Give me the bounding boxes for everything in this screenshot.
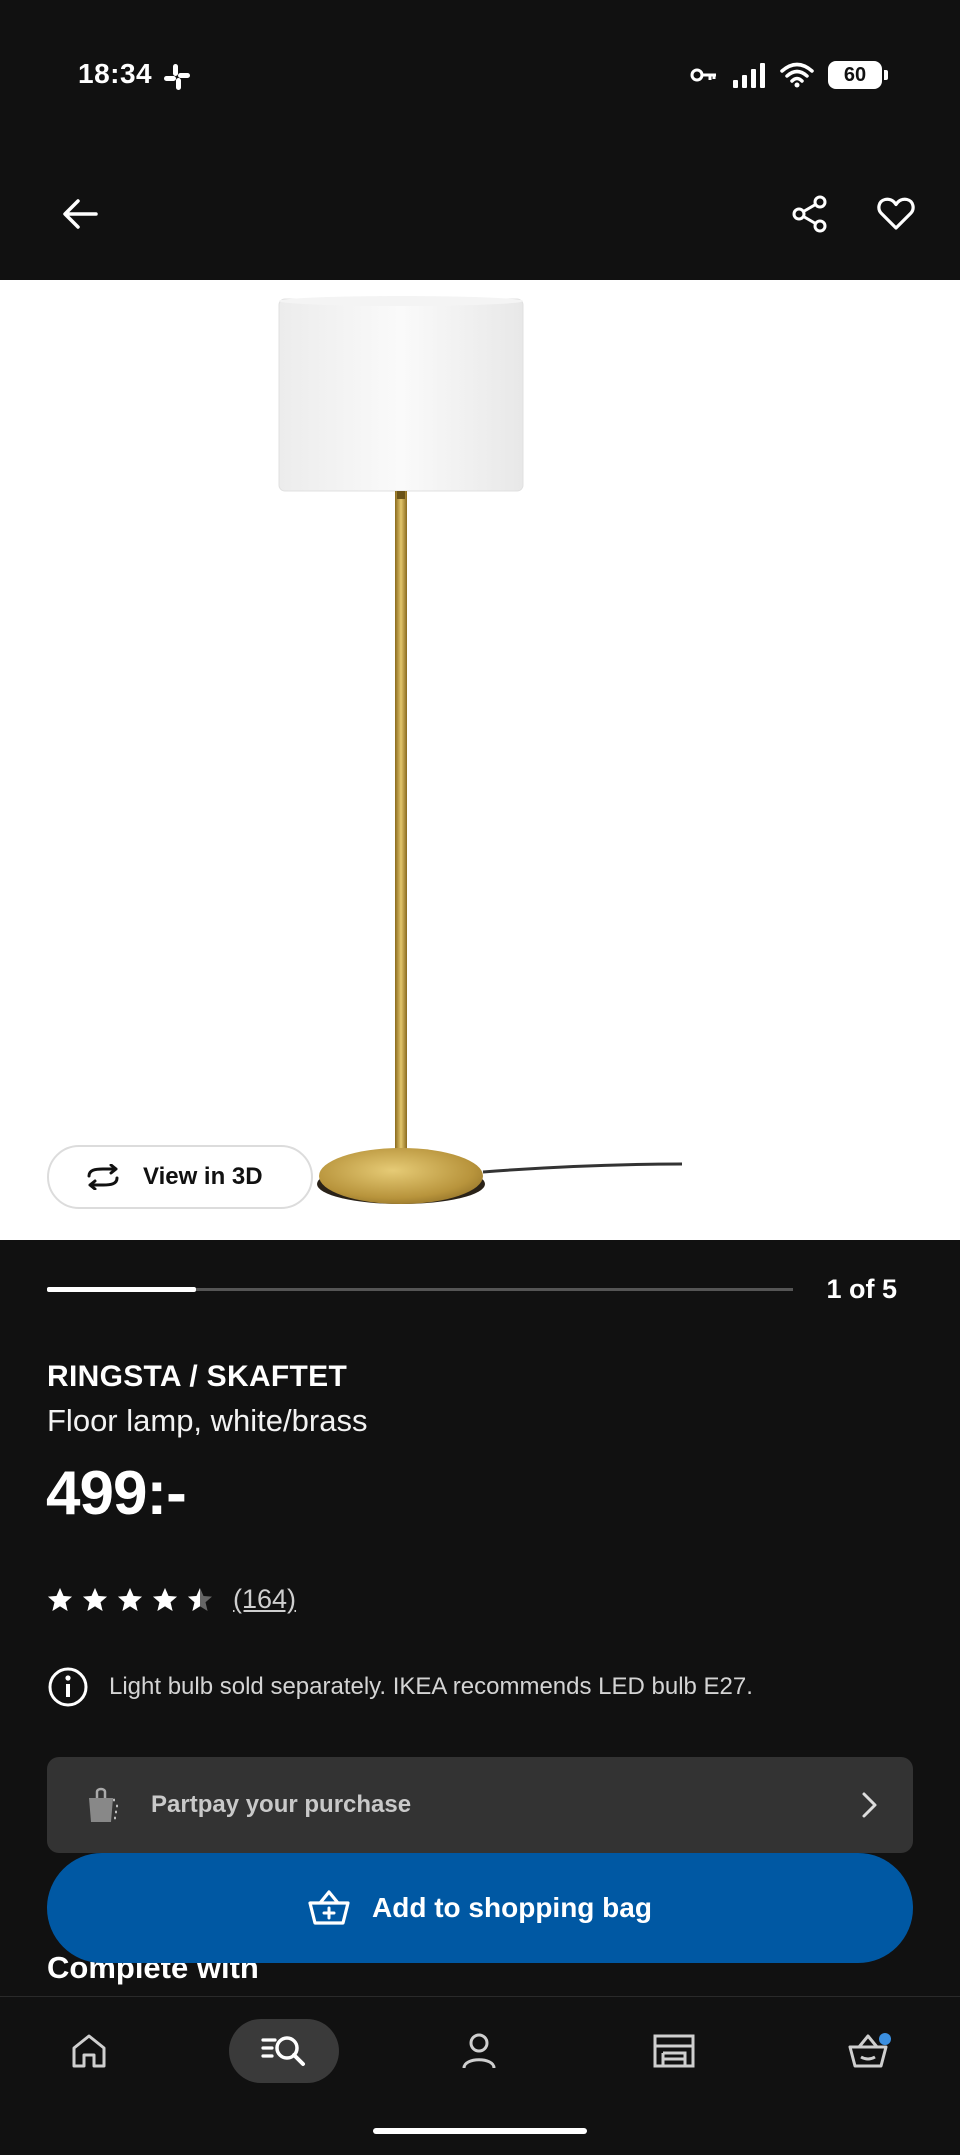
heart-icon <box>877 197 915 230</box>
product-name: RINGSTA / SKAFTET <box>47 1360 348 1393</box>
product-description: Floor lamp, white/brass <box>47 1403 368 1438</box>
status-icons: 60 <box>690 60 888 90</box>
product-price: 499:- <box>46 1459 187 1528</box>
review-count-link[interactable]: (164) <box>233 1584 296 1615</box>
rotate-3d-icon <box>87 1164 119 1190</box>
shopping-bag-dotted-icon <box>89 1787 120 1822</box>
rating-stars <box>47 1587 213 1612</box>
battery-level: 60 <box>843 63 867 86</box>
key-icon <box>690 68 716 82</box>
star-icon <box>48 1588 72 1611</box>
nav-profile[interactable] <box>424 2019 534 2083</box>
nav-basket[interactable] <box>814 2019 924 2083</box>
store-icon <box>653 2034 695 2068</box>
chevron-right-icon <box>862 1792 877 1818</box>
status-bar: 18:34 60 <box>0 0 960 150</box>
product-image <box>278 296 683 1204</box>
arrow-left-icon <box>63 199 98 229</box>
gallery-progress-fill <box>47 1287 197 1292</box>
gallery-progress <box>47 1287 793 1292</box>
star-icon <box>153 1588 177 1611</box>
share-icon <box>792 195 827 233</box>
back-button[interactable] <box>56 190 104 238</box>
gallery-counter: 1 of 5 <box>826 1274 897 1304</box>
home-icon <box>72 2034 106 2068</box>
info-icon <box>48 1667 88 1707</box>
add-to-bag-button[interactable]: Add to shopping bag <box>47 1853 913 1963</box>
search-icon <box>261 2036 305 2066</box>
star-icon <box>118 1588 142 1611</box>
battery-icon: 60 <box>828 61 888 89</box>
share-button[interactable] <box>786 190 834 238</box>
slack-icon <box>164 64 190 90</box>
star-icon <box>188 1588 212 1611</box>
profile-icon <box>462 2033 496 2069</box>
top-app-bar <box>0 150 960 280</box>
add-to-bag-label: Add to shopping bag <box>372 1892 652 1923</box>
home-indicator <box>373 2128 587 2134</box>
nav-search[interactable] <box>229 2019 339 2083</box>
bulb-notice: Light bulb sold separately. IKEA recomme… <box>47 1666 753 1708</box>
partpay-label: Partpay your purchase <box>151 1791 412 1818</box>
partpay-banner[interactable]: Partpay your purchase <box>47 1757 913 1853</box>
favourite-button[interactable] <box>872 190 920 238</box>
signal-icon <box>733 63 765 88</box>
product-image-gallery[interactable]: View in 3D <box>0 280 960 1240</box>
wifi-icon <box>780 62 814 88</box>
basket-add-icon <box>308 1890 350 1925</box>
view-in-3d-button[interactable]: View in 3D <box>47 1145 313 1209</box>
basket-icon <box>848 2033 891 2068</box>
star-icon <box>83 1588 107 1611</box>
nav-store[interactable] <box>619 2019 729 2083</box>
product-rating[interactable]: (164) <box>47 1584 296 1615</box>
status-time: 18:34 <box>78 58 153 89</box>
view-in-3d-label: View in 3D <box>143 1163 263 1190</box>
bulb-notice-text: Light bulb sold separately. IKEA recomme… <box>109 1673 753 1700</box>
nav-home[interactable] <box>34 2019 144 2083</box>
